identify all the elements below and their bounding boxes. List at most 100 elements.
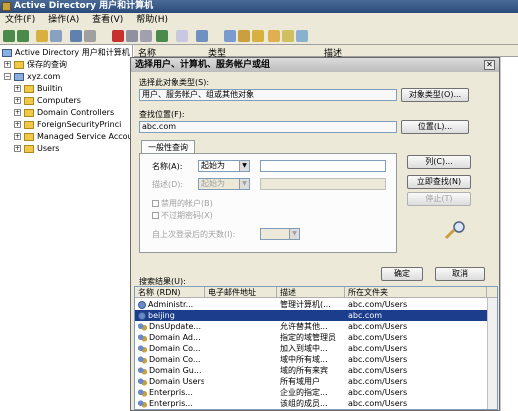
tree-domain-label: xyz.com xyxy=(27,72,61,81)
desc-label: 描述(D): xyxy=(152,180,184,189)
folder-icon xyxy=(14,60,24,69)
expand-icon[interactable]: + xyxy=(14,97,21,104)
find-now-button[interactable]: 立即查找(N) xyxy=(407,175,471,189)
table-row[interactable]: DnsUpdate... 允许替其他... abc.com/Users xyxy=(135,321,497,332)
tree-item-label: Computers xyxy=(37,96,81,105)
table-row[interactable]: Enterpris... 企业的指定... abc.com/Users xyxy=(135,387,497,398)
tree-item-managed-service[interactable]: + Managed Service Accou xyxy=(14,131,132,142)
toolbar xyxy=(0,27,518,45)
new-ou-icon[interactable] xyxy=(252,30,264,42)
tree-item-foreign-security[interactable]: + ForeignSecurityPrinci xyxy=(14,119,121,130)
tree-saved-queries[interactable]: + 保存的查询 xyxy=(4,59,67,70)
tree-item-users[interactable]: + Users xyxy=(14,143,59,154)
delete-icon[interactable] xyxy=(112,30,124,42)
cell-name-text: Domain Users xyxy=(149,377,204,386)
table-row[interactable]: beijing abc.com xyxy=(135,310,497,321)
close-icon[interactable]: ✕ xyxy=(484,60,495,70)
menu-action[interactable]: 操作(A) xyxy=(43,13,84,27)
expand-icon[interactable]: + xyxy=(14,85,21,92)
filter-icon[interactable] xyxy=(268,30,280,42)
results-col-desc[interactable]: 描述 xyxy=(277,287,345,298)
expand-icon[interactable]: + xyxy=(14,133,21,140)
expand-icon[interactable]: + xyxy=(14,145,21,152)
cell-name-text: Domain Ad... xyxy=(149,333,201,342)
cut-icon[interactable] xyxy=(70,30,82,42)
cell-name: DnsUpdate... xyxy=(138,321,204,332)
menu-help[interactable]: 帮助(H) xyxy=(131,13,173,27)
tree-pane: Active Directory 用户和计算机 + 保存的查询 − xyz.com … xyxy=(0,45,133,411)
find-icon[interactable] xyxy=(282,30,294,42)
group-icon xyxy=(138,399,147,408)
object-type-button[interactable]: 对象类型(O)... xyxy=(401,88,469,102)
desc-match-combo[interactable]: 起始为 ▼ xyxy=(198,178,250,190)
add-to-group-icon[interactable] xyxy=(296,30,308,42)
expand-icon[interactable]: + xyxy=(14,109,21,116)
tab-general-query[interactable]: 一般性查询 xyxy=(141,140,195,154)
general-query-panel: 名称(A): 起始为 ▼ 描述(D): 起始为 ▼ 禁用的帐户(B) 不过期密码… xyxy=(139,153,397,253)
location-button[interactable]: 位置(L)... xyxy=(401,120,469,134)
cell-desc: 该组的成员... xyxy=(280,399,328,408)
new-group-icon[interactable] xyxy=(238,30,250,42)
cell-folder: abc.com/Users xyxy=(348,344,408,353)
location-label: 查找位置(F): xyxy=(139,110,185,119)
tree-item-builtin[interactable]: + Builtin xyxy=(14,83,62,94)
back-icon[interactable] xyxy=(3,30,15,42)
disabled-accounts-checkbox[interactable]: 禁用的帐户(B) xyxy=(152,198,213,209)
cell-name-text: Enterpris... xyxy=(149,399,193,408)
stop-button[interactable]: 停止(T) xyxy=(407,192,471,206)
cell-name: Domain Co... xyxy=(138,343,204,354)
main-list-scrollbar[interactable] xyxy=(500,57,518,411)
tree-item-domain-controllers[interactable]: + Domain Controllers xyxy=(14,107,114,118)
name-match-combo[interactable]: 起始为 ▼ xyxy=(198,160,250,172)
columns-button[interactable]: 列(C)... xyxy=(407,155,471,169)
desc-input[interactable] xyxy=(260,178,386,190)
chevron-down-icon[interactable]: ▼ xyxy=(239,161,249,171)
table-row[interactable]: Administr... 管理计算机(... abc.com/Users xyxy=(135,299,497,310)
table-row[interactable]: Domain Ad... 指定的域管理员 abc.com/Users xyxy=(135,332,497,343)
chevron-down-icon[interactable]: ▼ xyxy=(289,229,299,239)
new-user-icon[interactable] xyxy=(224,30,236,42)
tree-root[interactable]: Active Directory 用户和计算机 xyxy=(2,47,130,58)
ok-button[interactable]: 确定 xyxy=(381,267,423,281)
tree-icon[interactable] xyxy=(50,30,62,42)
no-expire-password-checkbox[interactable]: 不过期密码(X) xyxy=(152,210,213,221)
table-row[interactable]: Domain Gu... 域的所有来宾 abc.com/Users xyxy=(135,365,497,376)
chevron-down-icon[interactable]: ▼ xyxy=(239,179,249,189)
help-icon[interactable] xyxy=(176,30,188,42)
cell-name: Domain Ad... xyxy=(138,332,204,343)
results-scrollbar[interactable] xyxy=(487,298,497,409)
cancel-button[interactable]: 取消 xyxy=(435,267,485,281)
table-row[interactable]: Enterpris... 该组的成员... abc.com/Users xyxy=(135,398,497,409)
results-col-name[interactable]: 名称 (RDN) xyxy=(135,287,205,298)
cell-folder: abc.com/Users xyxy=(348,333,408,342)
expand-icon[interactable]: + xyxy=(4,61,11,68)
location-field: abc.com xyxy=(139,121,397,133)
view-icon[interactable] xyxy=(196,30,208,42)
name-input[interactable] xyxy=(260,160,386,172)
cell-desc: 指定的域管理员 xyxy=(280,333,336,342)
table-row[interactable]: Domain Co... 加入到域中... abc.com/Users xyxy=(135,343,497,354)
days-since-logon-combo[interactable]: ▼ xyxy=(260,228,300,240)
cell-name-text: Enterpris... xyxy=(149,388,193,397)
results-col-email[interactable]: 电子邮件地址 xyxy=(205,287,277,298)
cell-name-text: Administr... xyxy=(148,300,194,309)
export-icon[interactable] xyxy=(140,30,152,42)
cell-name: Administr... xyxy=(138,299,204,310)
folder-up-icon[interactable] xyxy=(36,30,48,42)
forward-icon[interactable] xyxy=(17,30,29,42)
copy-icon[interactable] xyxy=(84,30,96,42)
tree-domain[interactable]: − xyz.com xyxy=(4,71,60,82)
properties-icon[interactable] xyxy=(126,30,138,42)
cell-name-text: Domain Gu... xyxy=(149,366,202,375)
menu-view[interactable]: 查看(V) xyxy=(87,13,128,27)
table-row[interactable]: Domain Users 所有域用户 abc.com/Users xyxy=(135,376,497,387)
desc-match-value: 起始为 xyxy=(201,179,225,188)
table-row[interactable]: Domain Co... 域中所有域... abc.com/Users xyxy=(135,354,497,365)
tree-item-computers[interactable]: + Computers xyxy=(14,95,81,106)
collapse-icon[interactable]: − xyxy=(4,73,11,80)
refresh-icon[interactable] xyxy=(156,30,168,42)
expand-icon[interactable]: + xyxy=(14,121,21,128)
results-col-folder[interactable]: 所在文件夹 xyxy=(345,287,487,298)
menu-file[interactable]: 文件(F) xyxy=(0,13,40,27)
cell-desc: 企业的指定... xyxy=(280,388,328,397)
